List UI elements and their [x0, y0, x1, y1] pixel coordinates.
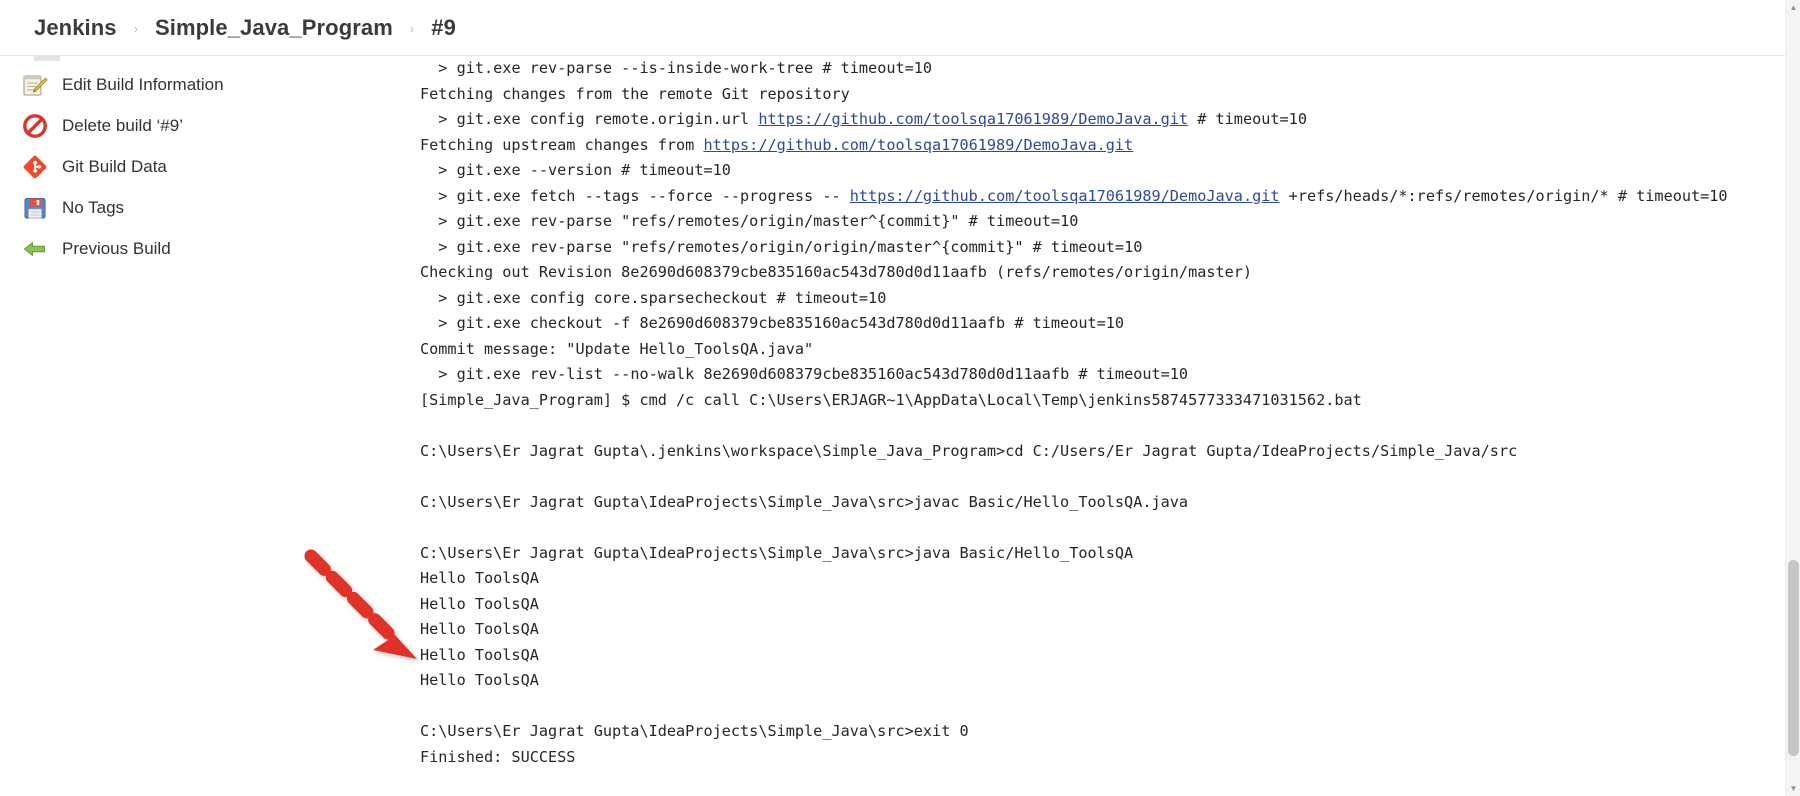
vertical-scrollbar[interactable]: ▲ ▼ [1785, 0, 1800, 796]
console-line: Hello ToolsQA [420, 671, 539, 689]
console-line: Hello ToolsQA [420, 645, 539, 664]
sidebar-item-label: Delete build ‘#9’ [62, 115, 183, 135]
floppy-disk-icon [22, 195, 48, 221]
breadcrumb-separator-icon: › [409, 21, 415, 36]
breadcrumb-item-jenkins[interactable]: Jenkins [34, 15, 117, 41]
sidebar-item-label: Edit Build Information [62, 74, 224, 94]
sidebar-item-label: No Tags [62, 197, 125, 217]
previous-build-arrow-icon [22, 236, 48, 262]
console-line: C:\Users\Er Jagrat Gupta\.jenkins\worksp… [420, 441, 1518, 460]
console-line: C:\Users\Er Jagrat Gupta\IdeaProjects\Si… [420, 722, 969, 740]
sidebar-item-no-tags[interactable]: No Tags [0, 187, 410, 228]
scrollbar-thumb[interactable] [1788, 560, 1799, 756]
console-line: [Simple_Java_Program] $ cmd /c call C:\U… [420, 390, 1362, 409]
console-link[interactable]: https://github.com/toolsqa17061989/DemoJ… [758, 110, 1188, 128]
console-line: Hello ToolsQA [420, 620, 539, 638]
console-line: Hello ToolsQA [420, 569, 539, 587]
console-link[interactable]: https://github.com/toolsqa17061989/DemoJ… [703, 136, 1133, 154]
console-line: > git.exe rev-parse "refs/remotes/origin… [420, 237, 1143, 256]
console-line: Finished: SUCCESS [420, 747, 576, 766]
sidebar-item-edit-build-information[interactable]: Edit Build Information [0, 64, 410, 105]
console-line: > git.exe fetch --tags --force --progres… [420, 186, 1728, 205]
console-link[interactable]: https://github.com/toolsqa17061989/DemoJ… [850, 187, 1280, 205]
sidebar-item-git-build-data[interactable]: Git Build Data [0, 146, 410, 187]
console-line: C:\Users\Er Jagrat Gupta\IdeaProjects\Si… [420, 543, 1134, 562]
sidebar-item-delete-build[interactable]: Delete build ‘#9’ [0, 105, 410, 146]
console-line: > git.exe --version # timeout=10 [420, 161, 731, 179]
console-line: > git.exe rev-parse --is-inside-work-tre… [420, 59, 933, 77]
sidebar-item-label: Previous Build [62, 238, 171, 258]
console-line: Checking out Revision 8e2690d608379cbe83… [420, 263, 1253, 281]
console-line: > git.exe rev-parse "refs/remotes/origin… [420, 212, 1079, 230]
breadcrumb: Jenkins › Simple_Java_Program › #9 [0, 0, 1800, 56]
console-line: Hello ToolsQA [420, 594, 539, 613]
console-line: > git.exe rev-list --no-walk 8e2690d6083… [420, 365, 1189, 383]
delete-prohibition-icon [22, 113, 48, 139]
console-output: > git.exe rev-parse --is-inside-work-tre… [410, 56, 1785, 796]
breadcrumb-item-job[interactable]: Simple_Java_Program [155, 15, 393, 41]
sidebar-item-label: Git Build Data [62, 156, 167, 176]
console-line: Fetching upstream changes from https://g… [420, 135, 1134, 154]
console-line: Commit message: "Update Hello_ToolsQA.ja… [420, 339, 814, 358]
console-line: > git.exe config remote.origin.url https… [420, 110, 1307, 128]
breadcrumb-item-build[interactable]: #9 [431, 15, 456, 41]
console-line: C:\Users\Er Jagrat Gupta\IdeaProjects\Si… [420, 492, 1189, 511]
console-line: > git.exe checkout -f 8e2690d608379cbe83… [420, 314, 1125, 332]
git-diamond-icon [22, 154, 48, 180]
sidebar-item-previous-build[interactable]: Previous Build [0, 228, 410, 269]
console-line: Fetching changes from the remote Git rep… [420, 84, 850, 103]
build-sidebar: Edit Build Information Delete build ‘#9’… [0, 52, 410, 796]
edit-notepad-icon [22, 72, 48, 98]
scrollbar-down-arrow-icon[interactable]: ▼ [1786, 781, 1800, 796]
console-line: > git.exe config core.sparsecheckout # t… [420, 288, 887, 307]
scrollbar-up-arrow-icon[interactable]: ▲ [1786, 0, 1800, 15]
breadcrumb-separator-icon: › [133, 21, 138, 36]
